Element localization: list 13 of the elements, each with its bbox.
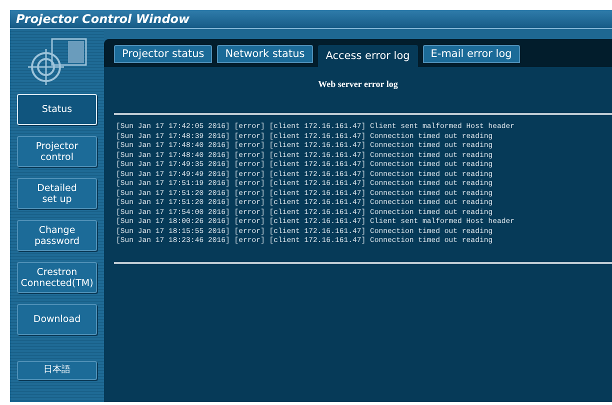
tab[interactable]: E-mail error log (422, 45, 520, 63)
tab[interactable]: Access error log (318, 45, 418, 67)
language-button[interactable]: 日本語 (17, 361, 97, 380)
sidebar-button[interactable]: Detailed set up (17, 178, 97, 209)
window-title: Projector Control Window (10, 10, 612, 29)
tab[interactable]: Network status (217, 45, 313, 63)
sidebar-button[interactable]: Change password (17, 220, 97, 251)
sidebar-button[interactable]: Projector control (17, 136, 97, 167)
tab[interactable]: Projector status (114, 45, 212, 63)
sidebar-button[interactable]: Crestron Connected(TM) (17, 262, 97, 293)
sidebar-button[interactable]: Status (17, 94, 97, 125)
panel-title: Web server error log (318, 79, 398, 89)
sidebar-button[interactable]: Download (17, 304, 97, 335)
